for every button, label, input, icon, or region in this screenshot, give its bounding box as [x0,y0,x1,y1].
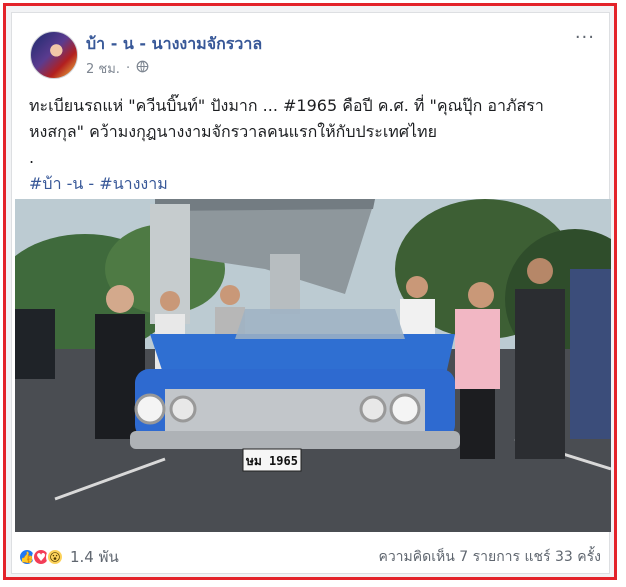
reactions-summary[interactable]: 👍 ♥ 😮 1.4 พัน [18,545,119,569]
page-avatar[interactable] [30,31,78,79]
post-text-line: หงสกุล" คว้ามงกุฎนางงามจักรวาลคนแรกให้กั… [29,122,437,141]
post-meta: 2 ชม. · [86,58,149,79]
post-footer: 👍 ♥ 😮 1.4 พัน ความคิดเห็น 7 รายการ แชร์ … [18,545,601,569]
post-timestamp[interactable]: 2 ชม. [86,58,120,79]
comments-count-link[interactable]: ความคิดเห็น 7 รายการ [378,549,520,565]
wow-icon: 😮 [46,548,64,566]
globe-icon [136,60,149,77]
parade-scene-illustration: ษม 1965 [15,199,611,532]
post-text-line: . [29,148,35,167]
reaction-count: 1.4 พัน [70,548,119,566]
hashtag-links[interactable]: #บ้า -น - #นางงาม [29,171,599,197]
page-name-link[interactable]: บ้า - น - นางงามจักรวาล [86,32,262,57]
license-plate: ษม 1965 [245,454,298,468]
post-text: ทะเบียนรถแห่ "ควีนบิ๊นท์" ปังมาก ... #19… [29,93,599,197]
engagement-stats: ความคิดเห็น 7 รายการ แชร์ 33 ครั้ง [378,546,601,568]
shares-count-link[interactable]: แชร์ 33 ครั้ง [525,549,601,565]
more-options-button[interactable]: ··· [575,29,595,47]
post-text-line: ทะเบียนรถแห่ "ควีนบิ๊นท์" ปังมาก ... #19… [29,96,544,115]
post-photo[interactable]: ษม 1965 [15,199,611,532]
